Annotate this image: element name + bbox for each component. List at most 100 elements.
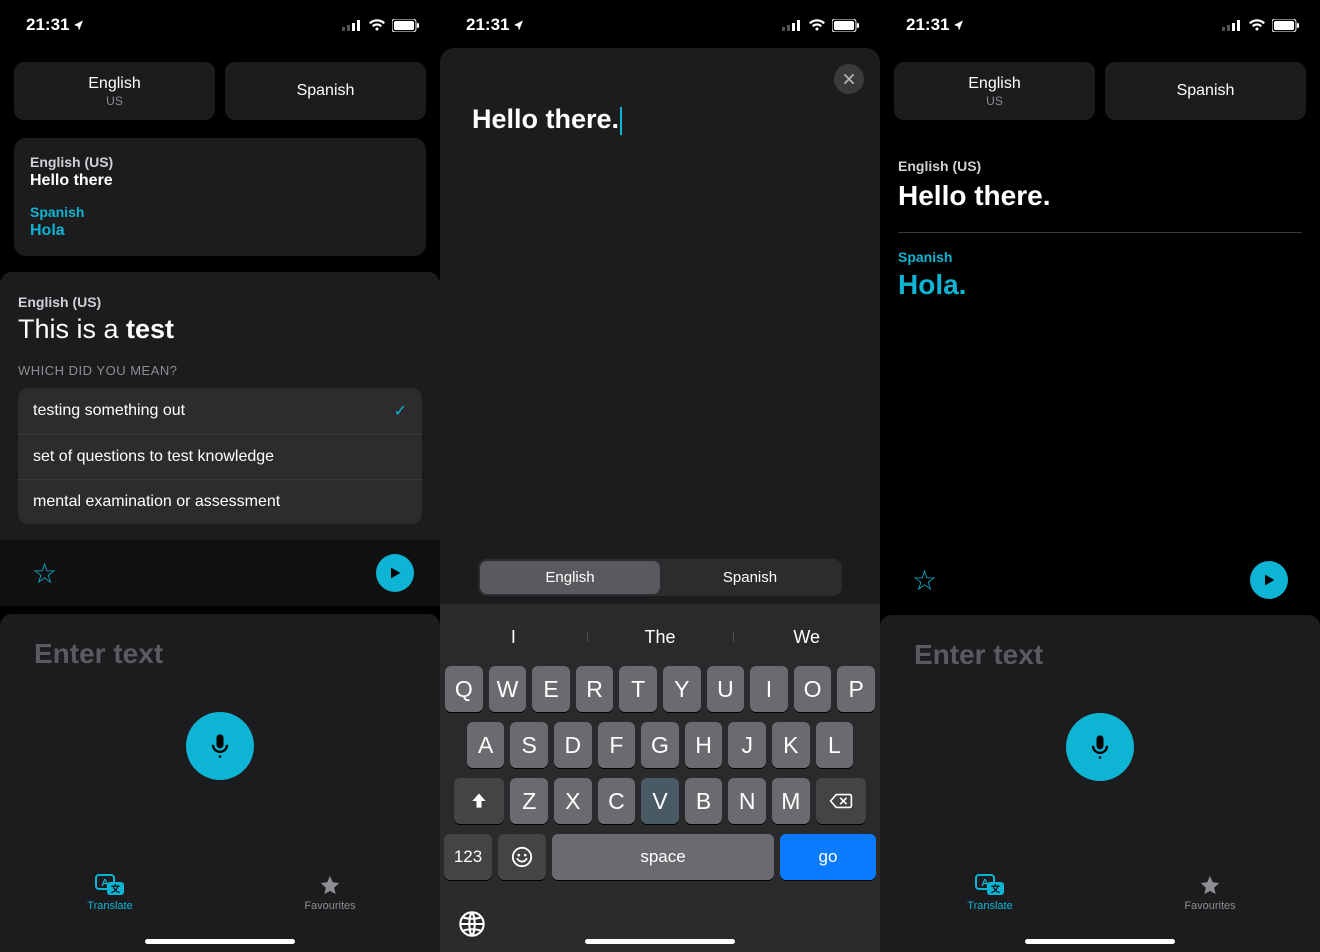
checkmark-icon: ✓ (394, 401, 407, 421)
key-l[interactable]: L (816, 722, 854, 768)
status-indicators (342, 19, 420, 32)
emoji-key[interactable] (498, 834, 546, 880)
favourite-star-icon[interactable]: ☆ (912, 564, 937, 597)
status-bar: 21:31 (440, 0, 880, 50)
key-f[interactable]: F (598, 722, 636, 768)
text-cursor (620, 107, 622, 135)
disambiguation-options: testing something out ✓ set of questions… (18, 388, 422, 524)
option-label: testing something out (33, 402, 185, 420)
source-language-button[interactable]: English US (894, 62, 1095, 120)
card-target-lang: Spanish (30, 204, 410, 220)
numbers-key[interactable]: 123 (444, 834, 492, 880)
key-j[interactable]: J (728, 722, 766, 768)
microphone-button[interactable] (186, 712, 254, 780)
emoji-icon (511, 846, 533, 868)
status-time: 21:31 (26, 15, 85, 35)
home-indicator[interactable] (585, 939, 735, 944)
disambig-option[interactable]: set of questions to test knowledge (18, 434, 422, 479)
tab-translate[interactable]: A文 Translate (0, 856, 220, 952)
enter-text-placeholder: Enter text (34, 638, 163, 670)
key-d[interactable]: D (554, 722, 592, 768)
key-i[interactable]: I (750, 666, 788, 712)
home-indicator[interactable] (145, 939, 295, 944)
play-button[interactable] (1250, 561, 1288, 599)
key-a[interactable]: A (467, 722, 505, 768)
disambig-option[interactable]: testing something out ✓ (18, 388, 422, 434)
key-p[interactable]: P (837, 666, 875, 712)
disambig-option[interactable]: mental examination or assessment (18, 479, 422, 524)
home-indicator[interactable] (1025, 939, 1175, 944)
result-target-lang: Spanish (898, 249, 1302, 265)
key-h[interactable]: H (685, 722, 723, 768)
disambig-source-text: This is a test (18, 314, 422, 345)
svg-text:文: 文 (110, 883, 121, 894)
go-key[interactable]: go (780, 834, 876, 880)
microphone-button[interactable] (1066, 713, 1134, 781)
translate-icon: A文 (95, 874, 125, 896)
battery-icon (1272, 19, 1300, 32)
key-u[interactable]: U (707, 666, 745, 712)
suggestion[interactable]: I (440, 612, 587, 662)
key-t[interactable]: T (619, 666, 657, 712)
which-did-you-mean-label: WHICH DID YOU MEAN? (18, 363, 422, 378)
segment-english[interactable]: English (480, 561, 660, 594)
favourite-star-icon[interactable]: ☆ (32, 557, 57, 590)
key-n[interactable]: N (728, 778, 766, 824)
key-q[interactable]: Q (445, 666, 483, 712)
card-target-text: Hola (30, 222, 410, 240)
tab-label: Favourites (1184, 900, 1235, 912)
key-m[interactable]: M (772, 778, 810, 824)
segment-spanish[interactable]: Spanish (660, 561, 840, 594)
backspace-key[interactable] (816, 778, 866, 824)
target-language-name: Spanish (1177, 82, 1235, 100)
wifi-icon (368, 19, 386, 32)
card-source-lang: English (US) (30, 154, 410, 170)
disambiguation-card: English (US) This is a test WHICH DID YO… (0, 272, 440, 540)
source-language-button[interactable]: English US (14, 62, 215, 120)
phone-screen-disambiguation: 21:31 English US Spanish English (US) He… (0, 0, 440, 952)
play-icon (1261, 572, 1277, 588)
key-s[interactable]: S (510, 722, 548, 768)
key-k[interactable]: K (772, 722, 810, 768)
phone-screen-input: 21:31 Hello there. English Spanish I The (440, 0, 880, 952)
key-o[interactable]: O (794, 666, 832, 712)
source-language-name: English (88, 75, 140, 93)
key-w[interactable]: W (489, 666, 527, 712)
status-bar: 21:31 (880, 0, 1320, 50)
globe-icon[interactable] (458, 910, 486, 938)
tab-favourites[interactable]: Favourites (1100, 856, 1320, 952)
location-icon (953, 19, 965, 31)
battery-icon (832, 19, 860, 32)
key-z[interactable]: Z (510, 778, 548, 824)
target-language-button[interactable]: Spanish (225, 62, 426, 120)
key-x[interactable]: X (554, 778, 592, 824)
suggestion[interactable]: We (733, 622, 880, 652)
text-input-content[interactable]: Hello there. (440, 48, 880, 135)
shift-icon (469, 791, 489, 811)
play-button[interactable] (376, 554, 414, 592)
key-b[interactable]: B (685, 778, 723, 824)
divider (898, 232, 1302, 233)
microphone-icon (206, 732, 234, 760)
key-v[interactable]: V (641, 778, 679, 824)
wifi-icon (1248, 19, 1266, 32)
keyboard: I The We QWERTYUIOP ASDFGHJKL ZXCVBNM (440, 604, 880, 952)
tab-translate[interactable]: A文 Translate (880, 856, 1100, 952)
space-key[interactable]: space (552, 834, 774, 880)
key-c[interactable]: C (598, 778, 636, 824)
option-label: mental examination or assessment (33, 493, 280, 511)
translation-card[interactable]: English (US) Hello there Spanish Hola (14, 138, 426, 256)
battery-icon (392, 19, 420, 32)
key-e[interactable]: E (532, 666, 570, 712)
disambig-source-lang: English (US) (18, 294, 422, 310)
key-y[interactable]: Y (663, 666, 701, 712)
shift-key[interactable] (454, 778, 504, 824)
card-source-text: Hello there (30, 172, 410, 190)
suggestion[interactable]: The (587, 622, 734, 652)
key-g[interactable]: G (641, 722, 679, 768)
target-language-button[interactable]: Spanish (1105, 62, 1306, 120)
close-button[interactable] (834, 64, 864, 94)
enter-text-placeholder: Enter text (914, 639, 1043, 671)
tab-favourites[interactable]: Favourites (220, 856, 440, 952)
key-r[interactable]: R (576, 666, 614, 712)
